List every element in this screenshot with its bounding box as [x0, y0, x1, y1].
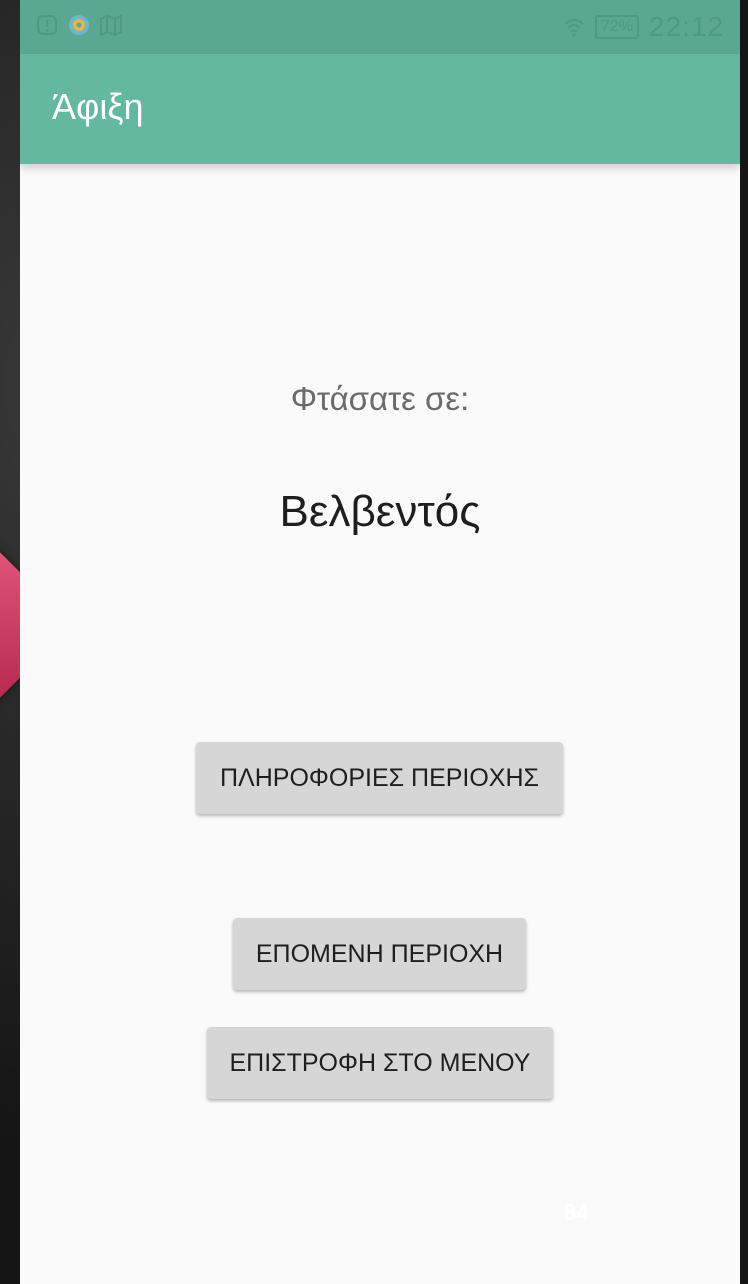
next-area-button[interactable]: ΕΠΟΜΕΝΗ ΠΕΡΙΟΧΗ — [233, 918, 526, 990]
map-icon — [100, 14, 122, 36]
status-clock: 22:12 — [648, 11, 724, 42]
wifi-icon — [564, 19, 584, 37]
slide-page-number: 84 — [564, 1200, 589, 1225]
area-info-button[interactable]: ΠΛΗΡΟΦΟΡΙΕΣ ΠΕΡΙΟΧΗΣ — [196, 742, 563, 814]
phone-screen: 72% 22:12 Άφιξη Φτάσατε σε: Βελβεντός ΠΛ… — [20, 0, 740, 1284]
battery-indicator: 72% — [594, 15, 639, 39]
status-icons-right: 72% 22:12 — [563, 11, 724, 43]
destination-name: Βελβεντός — [279, 487, 481, 536]
notification-icon — [37, 15, 57, 35]
back-to-menu-button[interactable]: ΕΠΙΣΤΡΟΦΗ ΣΤΟ ΜΕΝΟΥ — [207, 1027, 553, 1099]
status-icons-left — [36, 14, 122, 36]
compass-app-icon — [69, 15, 89, 35]
arrived-label: Φτάσατε σε: — [290, 380, 470, 417]
app-bar: Άφιξη — [20, 54, 740, 164]
page-title: Άφιξη — [52, 86, 144, 127]
status-bar: 72% 22:12 — [20, 0, 740, 54]
